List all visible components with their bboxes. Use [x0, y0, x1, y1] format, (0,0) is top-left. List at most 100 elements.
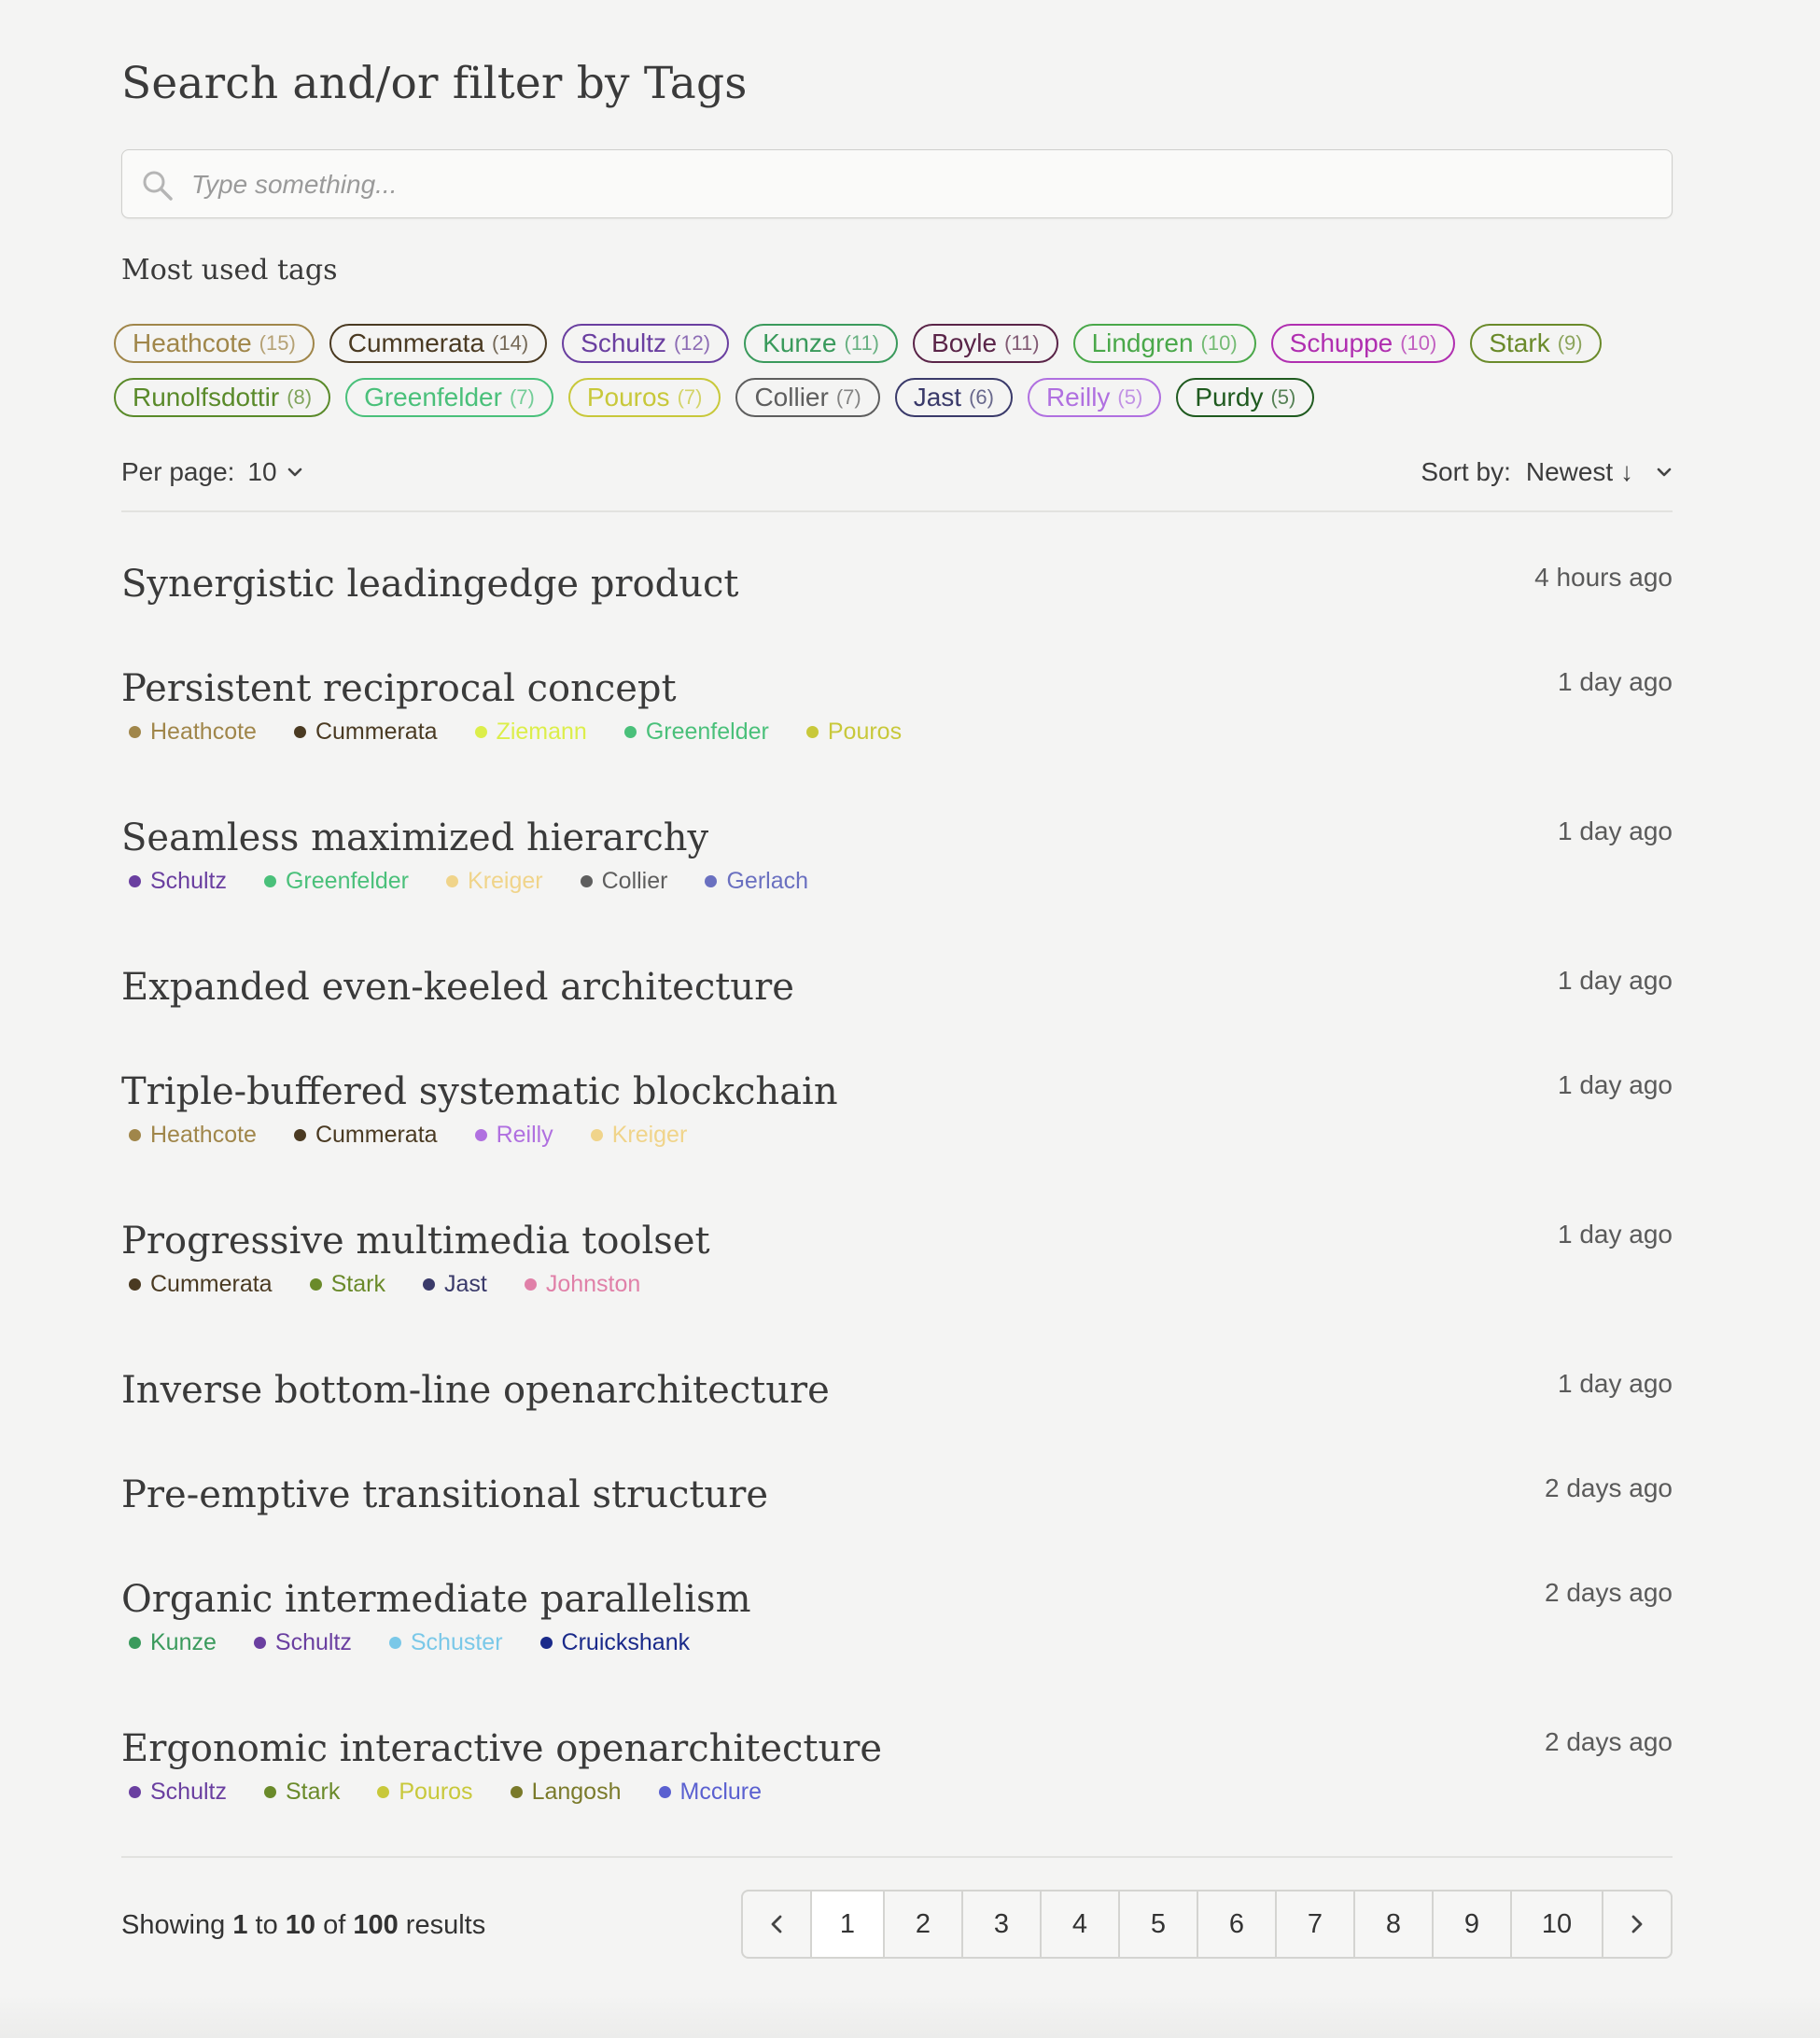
item-tags: Cummerata Stark Jast Johnston: [129, 1271, 640, 1298]
item-timestamp: 1 day ago: [1558, 667, 1673, 696]
item-title-link[interactable]: Pre-emptive transitional structure: [121, 1473, 768, 1516]
tag-filter-reilly[interactable]: Reilly (5): [1027, 378, 1162, 417]
item-tag-pouros[interactable]: Pouros: [805, 719, 902, 746]
item-tag-kreiger[interactable]: Kreiger: [446, 868, 543, 895]
per-page-select[interactable]: 10: [247, 457, 302, 487]
item-tag-label: Schultz: [150, 868, 227, 894]
tag-count: (8): [287, 385, 313, 409]
pagination-page-5[interactable]: 5: [1118, 1891, 1197, 1957]
tag-filter-runolfsdottir[interactable]: Runolfsdottir (8): [114, 378, 331, 417]
item-tag-stark[interactable]: Stark: [309, 1271, 385, 1298]
pagination-prev-button[interactable]: [743, 1891, 810, 1957]
tag-filter-pouros[interactable]: Pouros (7): [567, 378, 721, 417]
item-tag-cummerata[interactable]: Cummerata: [293, 719, 438, 746]
item-tags: Heathcote Cummerata Ziemann Greenfelder Pour…: [129, 719, 902, 746]
item-title-link[interactable]: Organic intermediate parallelism: [121, 1578, 751, 1621]
item-tag-label: Ziemann: [496, 719, 587, 745]
pagination-page-8[interactable]: 8: [1353, 1891, 1432, 1957]
item-tag-greenfelder[interactable]: Greenfelder: [623, 719, 769, 746]
item-tag-kreiger[interactable]: Kreiger: [590, 1122, 687, 1149]
list-item: Expanded even-keeled architecture 1 day a…: [121, 914, 1673, 1019]
tag-filter-greenfelder[interactable]: Greenfelder (7): [345, 378, 553, 417]
item-tag-collier[interactable]: Collier: [580, 868, 668, 895]
pagination-page-9[interactable]: 9: [1432, 1891, 1510, 1957]
tag-dot-icon: [580, 875, 593, 887]
item-tag-gerlach[interactable]: Gerlach: [705, 868, 808, 895]
item-tag-cruickshank[interactable]: Cruickshank: [539, 1629, 690, 1656]
search-input[interactable]: [189, 150, 1649, 219]
item-tag-label: Greenfelder: [285, 868, 410, 894]
tag-filter-lindgren[interactable]: Lindgren (10): [1072, 324, 1256, 363]
tag-filter-heathcote[interactable]: Heathcote (15): [114, 324, 315, 363]
tag-count: (12): [673, 331, 711, 355]
tag-filter-boyle[interactable]: Boyle (11): [913, 324, 1058, 363]
item-tag-label: Heathcote: [150, 1122, 257, 1148]
tag-filter-stark[interactable]: Stark (9): [1470, 324, 1602, 363]
pagination-page-10[interactable]: 10: [1510, 1891, 1602, 1957]
item-tag-reilly[interactable]: Reilly: [474, 1122, 553, 1149]
tag-dot-icon: [129, 726, 141, 738]
item-tag-jast[interactable]: Jast: [422, 1271, 487, 1298]
list-item: Triple-buffered systematic blockchain 1 d…: [121, 1019, 1673, 1168]
pagination-page-1[interactable]: 1: [810, 1891, 883, 1957]
item-tag-stark[interactable]: Stark: [263, 1779, 340, 1806]
item-tag-pouros[interactable]: Pouros: [377, 1779, 473, 1806]
pagination-page-7[interactable]: 7: [1275, 1891, 1353, 1957]
tag-filter-schuppe[interactable]: Schuppe (10): [1270, 324, 1456, 363]
item-tag-kunze[interactable]: Kunze: [129, 1629, 217, 1656]
item-tag-schuster[interactable]: Schuster: [388, 1629, 503, 1656]
tag-dot-icon: [293, 726, 306, 738]
tag-name: Purdy: [1195, 383, 1264, 412]
item-title-link[interactable]: Expanded even-keeled architecture: [121, 966, 794, 1009]
tag-dot-icon: [474, 726, 487, 738]
item-timestamp: 1 day ago: [1558, 817, 1673, 845]
pagination-page-2[interactable]: 2: [883, 1891, 961, 1957]
item-title-link[interactable]: Ergonomic interactive openarchitecture: [121, 1727, 882, 1770]
tag-filter-schultz[interactable]: Schultz (12): [562, 324, 730, 363]
item-tag-schultz[interactable]: Schultz: [129, 868, 227, 895]
tag-count: (7): [835, 385, 861, 409]
item-tag-ziemann[interactable]: Ziemann: [474, 719, 587, 746]
pagination-page-6[interactable]: 6: [1197, 1891, 1275, 1957]
tag-filter-cummerata[interactable]: Cummerata (14): [329, 324, 548, 363]
item-title-link[interactable]: Triple-buffered systematic blockchain: [121, 1070, 838, 1113]
item-tag-label: Collier: [601, 868, 668, 894]
item-tag-heathcote[interactable]: Heathcote: [129, 1122, 257, 1149]
list-item: Pre-emptive transitional structure 2 days…: [121, 1422, 1673, 1527]
tag-dot-icon: [129, 1637, 141, 1649]
item-title-link[interactable]: Synergistic leadingedge product: [121, 563, 738, 606]
item-tag-cummerata[interactable]: Cummerata: [293, 1122, 438, 1149]
item-tag-mcclure[interactable]: Mcclure: [658, 1779, 762, 1806]
item-tag-johnston[interactable]: Johnston: [524, 1271, 640, 1298]
search-box[interactable]: [121, 149, 1673, 219]
item-tag-schultz[interactable]: Schultz: [253, 1629, 352, 1656]
item-tag-langosh[interactable]: Langosh: [510, 1779, 622, 1806]
item-tag-schultz[interactable]: Schultz: [129, 1779, 227, 1806]
item-title-link[interactable]: Inverse bottom-line openarchitecture: [121, 1369, 830, 1412]
item-title-link[interactable]: Progressive multimedia toolset: [121, 1220, 710, 1263]
sort-select[interactable]: Newest ↓: [1526, 457, 1673, 487]
most-used-tags-heading: Most used tags: [121, 254, 338, 286]
item-tag-label: Jast: [443, 1271, 487, 1297]
tag-filter-purdy[interactable]: Purdy (5): [1176, 378, 1315, 417]
item-timestamp: 2 days ago: [1545, 1578, 1673, 1607]
tag-count: (7): [509, 385, 535, 409]
tag-filter-kunze[interactable]: Kunze (11): [744, 324, 899, 363]
pagination-page-3[interactable]: 3: [961, 1891, 1040, 1957]
tag-filter-collier[interactable]: Collier (7): [735, 378, 880, 417]
list-item: Persistent reciprocal concept 1 day ago He…: [121, 616, 1673, 765]
tag-dot-icon: [253, 1637, 266, 1649]
item-tag-label: Gerlach: [726, 868, 809, 894]
item-title-link[interactable]: Seamless maximized hierarchy: [121, 817, 708, 859]
item-title-link[interactable]: Persistent reciprocal concept: [121, 667, 677, 710]
item-tag-cummerata[interactable]: Cummerata: [129, 1271, 273, 1298]
sort-label: Sort by:: [1421, 457, 1511, 486]
tag-name: Runolfsdottir: [133, 383, 280, 412]
pagination-page-4[interactable]: 4: [1040, 1891, 1118, 1957]
item-tag-greenfelder[interactable]: Greenfelder: [263, 868, 410, 895]
item-timestamp: 4 hours ago: [1534, 563, 1673, 592]
item-tag-heathcote[interactable]: Heathcote: [129, 719, 257, 746]
tag-filter-jast[interactable]: Jast (6): [894, 378, 1013, 417]
summary-to: 10: [285, 1910, 316, 1940]
pagination-next-button[interactable]: [1602, 1891, 1671, 1957]
